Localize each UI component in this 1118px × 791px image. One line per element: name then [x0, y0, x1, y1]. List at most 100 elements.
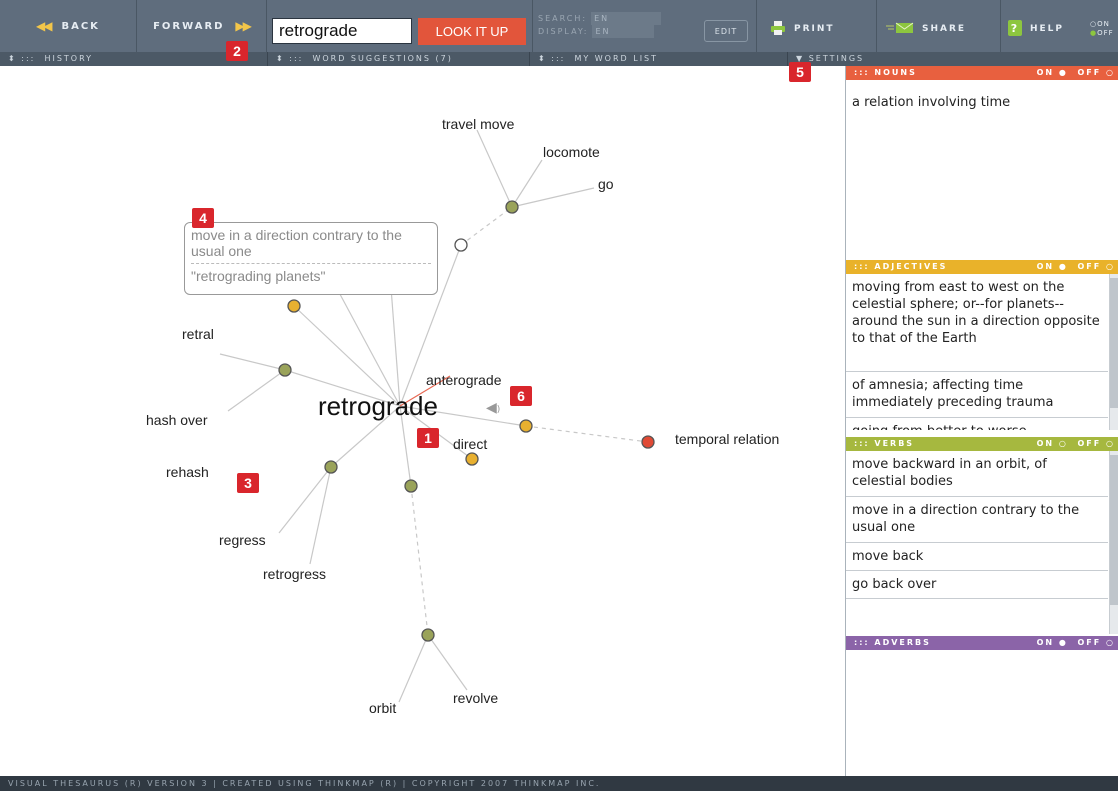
nouns-on-label: ON: [1036, 68, 1055, 77]
edge: [511, 187, 595, 208]
word-rehash[interactable]: rehash: [166, 464, 209, 480]
tooltip-example: "retrograding planets": [191, 268, 326, 284]
word-direct[interactable]: direct: [453, 436, 487, 452]
word-retral[interactable]: retral: [182, 326, 214, 342]
word-retrogress[interactable]: retrogress: [263, 566, 326, 582]
adjective-node[interactable]: [519, 419, 533, 433]
print-button[interactable]: PRINT: [770, 14, 835, 44]
adjectives-toggle[interactable]: ON ● OFF ○: [1037, 260, 1115, 274]
search-input[interactable]: [272, 18, 412, 44]
marker-3: 3: [237, 473, 259, 493]
settings-toggle[interactable]: ▼ SETTINGS: [788, 52, 1118, 66]
printer-icon: [770, 20, 786, 38]
scrollbar-thumb[interactable]: [1110, 455, 1118, 605]
adjective-definition[interactable]: moving from east to west on the celestia…: [846, 274, 1108, 372]
word-graph[interactable]: travel move locomote go retral anterogra…: [0, 41, 845, 776]
verbs-toggle[interactable]: ON ○ OFF ○: [1037, 437, 1115, 451]
word-temporal-relation[interactable]: temporal relation: [675, 431, 779, 447]
edge-dashed: [525, 425, 649, 443]
verb-node[interactable]: [324, 460, 338, 474]
word-revolve[interactable]: revolve: [453, 690, 498, 706]
adjectives-list[interactable]: moving from east to west on the celestia…: [846, 274, 1118, 430]
back-button[interactable]: ◀◀ BACK: [0, 0, 137, 52]
tooltip-divider: [191, 263, 431, 264]
verb-definition[interactable]: move back: [846, 543, 1108, 571]
toolbar: ◀◀ BACK FORWARD ▶▶ LOOK IT UP SEARCH:EN …: [0, 0, 1118, 52]
word-anterograde[interactable]: anterograde: [426, 372, 502, 388]
updown-arrows-icon: ⬍ :::: [538, 54, 566, 63]
updown-arrows-icon: ⬍ :::: [276, 54, 304, 63]
verb-node[interactable]: [404, 479, 418, 493]
adverbs-off-label: OFF: [1077, 638, 1102, 647]
edge: [511, 159, 543, 208]
empty-node[interactable]: [454, 238, 468, 252]
adverbs-title: ADVERBS: [874, 638, 931, 647]
radio-off-icon: ○: [1106, 439, 1115, 448]
print-label: PRINT: [794, 24, 835, 34]
adjective-definition[interactable]: of amnesia; affecting time immediately p…: [846, 372, 1108, 418]
share-button[interactable]: SHARE: [886, 14, 966, 44]
edge: [219, 353, 286, 371]
nouns-toggle[interactable]: ON ● OFF ○: [1037, 66, 1115, 80]
toolbar-divider: [756, 0, 757, 52]
edge: [278, 466, 332, 534]
speaker-icon[interactable]: ◀): [486, 400, 500, 416]
help-off-label: OFF: [1097, 29, 1114, 37]
help-button[interactable]: ? HELP: [1008, 14, 1064, 44]
word-orbit[interactable]: orbit: [369, 700, 396, 716]
radio-on-icon: ●: [1058, 262, 1068, 271]
word-go[interactable]: go: [598, 176, 614, 192]
radio-off-icon: ○: [1106, 638, 1115, 647]
edge: [476, 129, 513, 208]
edge: [309, 466, 332, 565]
verbs-list[interactable]: move backward in an orbit, of celestial …: [846, 451, 1118, 634]
word-locomote[interactable]: locomote: [543, 144, 600, 160]
help-on-label: ON: [1097, 20, 1110, 28]
scrollbar-thumb[interactable]: [1110, 278, 1118, 408]
verb-definition[interactable]: move backward in an orbit, of celestial …: [846, 451, 1108, 497]
edit-language-button[interactable]: EDIT: [704, 20, 748, 42]
verbs-scrollbar[interactable]: [1109, 451, 1118, 634]
radio-on-icon: ●: [1058, 68, 1068, 77]
marker-1: 1: [417, 428, 439, 448]
verb-node[interactable]: [421, 628, 435, 642]
verb-definition[interactable]: go back over: [846, 571, 1108, 599]
verb-definition[interactable]: move in a direction contrary to the usua…: [846, 497, 1108, 543]
adjectives-scrollbar[interactable]: [1109, 274, 1118, 430]
edge: [227, 369, 286, 412]
radio-off-icon: ○: [1106, 68, 1115, 77]
definition-tooltip: move in a direction contrary to the usua…: [184, 222, 438, 295]
display-lang-value: EN: [592, 25, 655, 38]
settings-label: SETTINGS: [808, 54, 865, 63]
word-list-toggle[interactable]: ⬍ ::: MY WORD LIST: [530, 52, 788, 66]
adjective-node[interactable]: [465, 452, 479, 466]
noun-definition[interactable]: a relation involving time: [846, 89, 1118, 116]
nouns-header[interactable]: ::: NOUNS ON ● OFF ○: [846, 66, 1118, 80]
adjective-node[interactable]: [287, 299, 301, 313]
help-toggle[interactable]: ○ON ●OFF: [1090, 20, 1114, 38]
search-lang-value: EN: [591, 12, 662, 25]
noun-node[interactable]: [641, 435, 655, 449]
updown-arrows-icon: ⬍ :::: [8, 54, 36, 63]
word-hash-over[interactable]: hash over: [146, 412, 207, 428]
verbs-header[interactable]: ::: VERBS ON ○ OFF ○: [846, 437, 1118, 451]
center-word[interactable]: retrograde: [318, 391, 438, 422]
forward-label: FORWARD: [153, 20, 225, 32]
lookup-button[interactable]: LOOK IT UP: [418, 18, 526, 45]
adverbs-toggle[interactable]: ON ● OFF ○: [1037, 636, 1115, 650]
adjective-definition[interactable]: going from better to worse: [846, 418, 1108, 430]
radio-on-icon: ○: [1058, 439, 1068, 448]
adverbs-header[interactable]: ::: ADVERBS ON ● OFF ○: [846, 636, 1118, 650]
marker-5: 5: [789, 62, 811, 82]
search-lang-label: SEARCH:: [538, 14, 588, 23]
adjectives-header[interactable]: ::: ADJECTIVES ON ● OFF ○: [846, 260, 1118, 274]
toolbar-divider: [532, 0, 533, 52]
word-travel-move[interactable]: travel move: [442, 116, 514, 132]
word-regress[interactable]: regress: [219, 532, 266, 548]
verbs-title: VERBS: [874, 439, 915, 448]
share-label: SHARE: [922, 24, 967, 34]
verb-node[interactable]: [278, 363, 292, 377]
tooltip-definition: move in a direction contrary to the usua…: [191, 227, 402, 259]
word-suggestions-toggle[interactable]: ⬍ ::: WORD SUGGESTIONS (7): [268, 52, 530, 66]
verb-node[interactable]: [505, 200, 519, 214]
